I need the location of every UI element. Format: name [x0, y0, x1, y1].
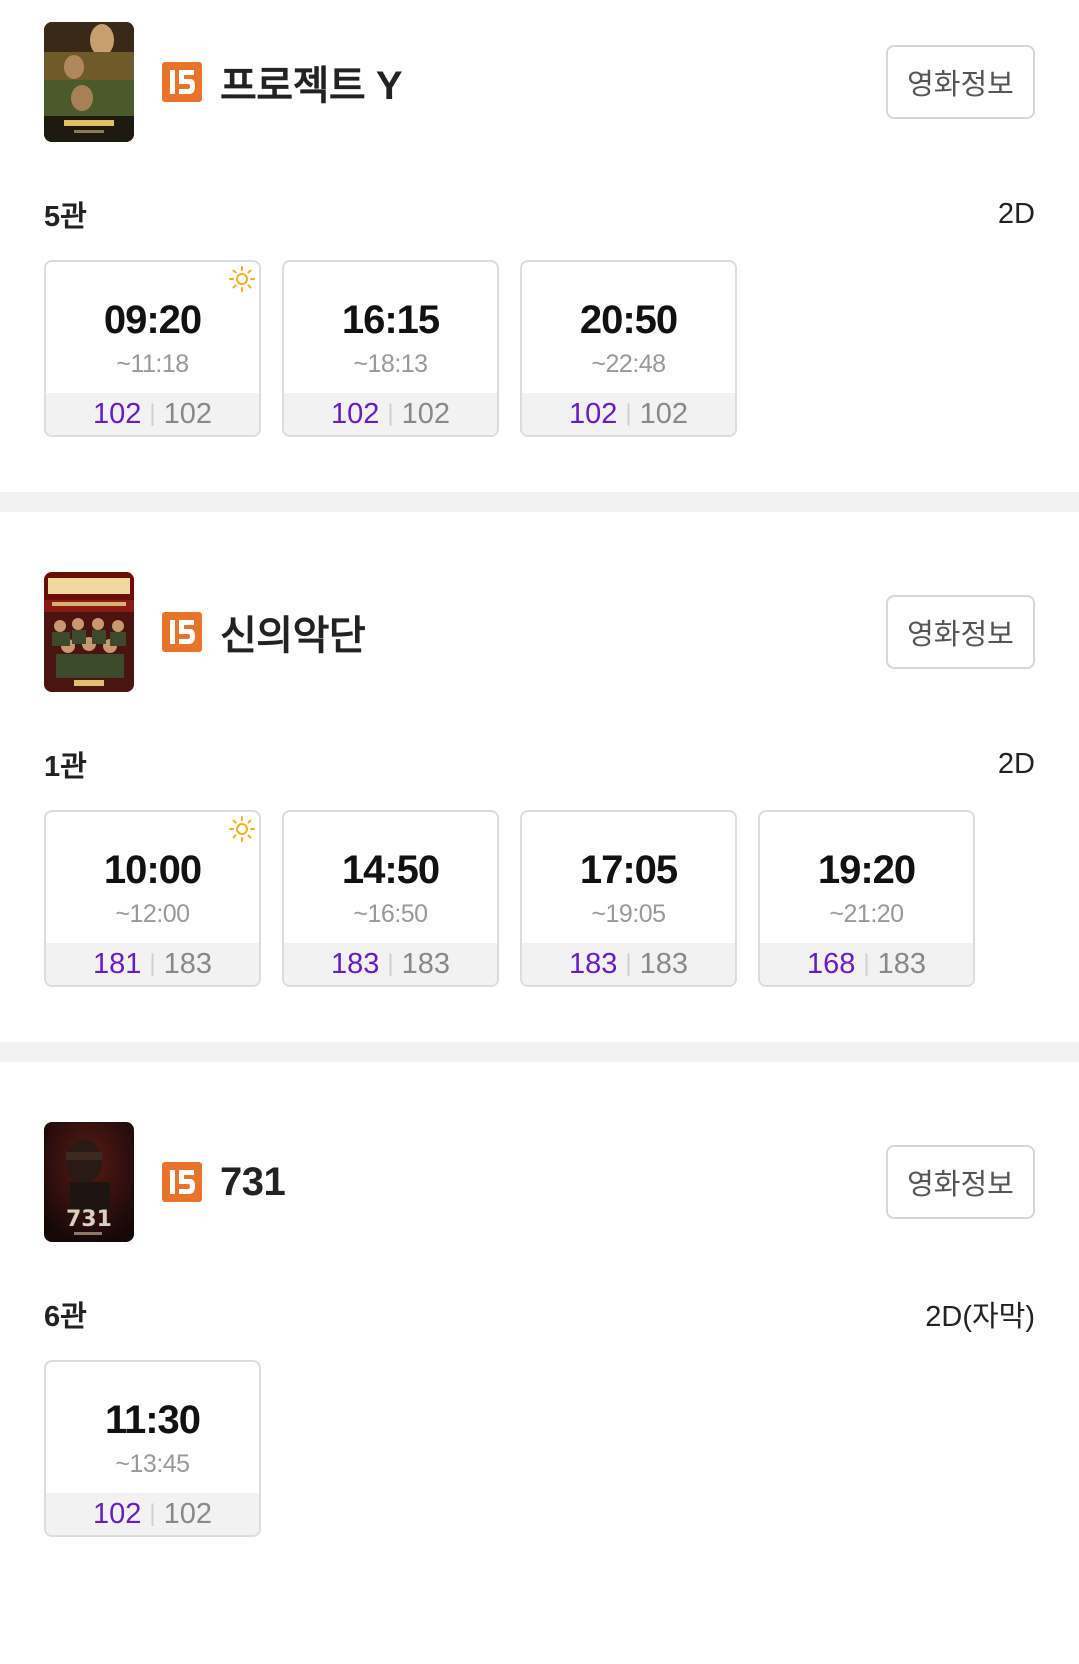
- seats-available: 102: [330, 397, 380, 430]
- rating-15-icon: [162, 612, 202, 652]
- hall-name: 6관: [44, 1301, 87, 1333]
- hall-format: 2D: [997, 747, 1035, 780]
- end-time: ~12:00: [115, 900, 190, 928]
- end-time: ~19:05: [591, 900, 666, 928]
- end-time: ~16:50: [353, 900, 428, 928]
- start-time: 14:50: [341, 848, 440, 892]
- seats-separator: |: [149, 1500, 156, 1527]
- seats-available: 183: [330, 947, 380, 980]
- seat-count: 102 | 102: [284, 393, 497, 435]
- seats-total: 183: [163, 947, 212, 980]
- seats-available: 181: [92, 947, 142, 980]
- seats-total: 183: [877, 947, 926, 980]
- seats-available: 102: [92, 397, 142, 430]
- end-time: ~22:48: [591, 350, 666, 378]
- seats-total: 102: [639, 397, 688, 430]
- seats-separator: |: [625, 950, 632, 977]
- hall-row: 1관 2D: [44, 744, 1035, 784]
- movie-title: 신의악단: [220, 614, 366, 658]
- start-time: 09:20: [103, 298, 202, 342]
- movie-header: 프로젝트 Y 영화정보: [44, 22, 1035, 142]
- movie-header: 신의악단 영화정보: [44, 572, 1035, 692]
- movie-section: 프로젝트 Y 영화정보 5관 2D 09:20 ~11:18 102 | 102…: [0, 0, 1079, 492]
- start-time: 17:05: [579, 848, 678, 892]
- seats-separator: |: [387, 400, 394, 427]
- showtime-list: 11:30 ~13:45 102 | 102: [44, 1360, 1035, 1537]
- movie-section: 신의악단 영화정보 1관 2D 10:00 ~12:00 181 | 183 1…: [0, 512, 1079, 1042]
- hall-format: 2D: [997, 197, 1035, 230]
- showtime-card[interactable]: 16:15 ~18:13 102 | 102: [282, 260, 499, 437]
- seat-count: 168 | 183: [760, 943, 973, 985]
- showtime-card[interactable]: 20:50 ~22:48 102 | 102: [520, 260, 737, 437]
- seats-total: 102: [401, 397, 450, 430]
- rating-15-icon: [162, 62, 202, 102]
- movie-section: 731 731 영화정보 6관 2D(자막) 11:30 ~13:45 102 …: [0, 1062, 1079, 1664]
- hall-name: 5관: [44, 201, 87, 233]
- seats-separator: |: [863, 950, 870, 977]
- movie-info-button[interactable]: 영화정보: [886, 45, 1035, 119]
- end-time: ~18:13: [353, 350, 428, 378]
- seats-total: 102: [163, 397, 212, 430]
- movie-info-button[interactable]: 영화정보: [886, 595, 1035, 669]
- showtime-card[interactable]: 14:50 ~16:50 183 | 183: [282, 810, 499, 987]
- seats-total: 183: [639, 947, 688, 980]
- poster-image: [44, 572, 134, 692]
- seats-separator: |: [387, 950, 394, 977]
- hall-row: 6관 2D(자막): [44, 1294, 1035, 1334]
- start-time: 20:50: [579, 298, 678, 342]
- start-time: 11:30: [104, 1398, 201, 1442]
- svg-text:731: 731: [66, 1207, 112, 1232]
- movie-poster[interactable]: 731: [44, 1122, 134, 1242]
- hall-row: 5관 2D: [44, 194, 1035, 234]
- seat-count: 181 | 183: [46, 943, 259, 985]
- seat-count: 183 | 183: [284, 943, 497, 985]
- movie-header: 731 731 영화정보: [44, 1122, 1035, 1242]
- showtime-list: 10:00 ~12:00 181 | 183 14:50 ~16:50 183 …: [44, 810, 1035, 987]
- start-time: 16:15: [341, 298, 440, 342]
- start-time: 10:00: [103, 848, 202, 892]
- seat-count: 102 | 102: [46, 1493, 259, 1535]
- section-divider: [0, 1042, 1079, 1062]
- movie-info-button[interactable]: 영화정보: [886, 1145, 1035, 1219]
- hall-name: 1관: [44, 751, 87, 783]
- seats-available: 168: [806, 947, 856, 980]
- seat-count: 183 | 183: [522, 943, 735, 985]
- end-time: ~21:20: [829, 900, 904, 928]
- section-divider: [0, 492, 1079, 512]
- seat-count: 102 | 102: [522, 393, 735, 435]
- seats-available: 102: [568, 397, 618, 430]
- poster-image: [44, 22, 134, 142]
- sun-icon: [227, 814, 257, 844]
- showtime-card[interactable]: 17:05 ~19:05 183 | 183: [520, 810, 737, 987]
- seats-total: 183: [401, 947, 450, 980]
- showtime-card[interactable]: 09:20 ~11:18 102 | 102: [44, 260, 261, 437]
- seats-separator: |: [149, 400, 156, 427]
- showtime-card[interactable]: 19:20 ~21:20 168 | 183: [758, 810, 975, 987]
- poster-image: 731: [44, 1122, 134, 1242]
- movie-poster[interactable]: [44, 572, 134, 692]
- end-time: ~11:18: [116, 350, 189, 378]
- showtime-list: 09:20 ~11:18 102 | 102 16:15 ~18:13 102 …: [44, 260, 1035, 437]
- seats-separator: |: [625, 400, 632, 427]
- seats-available: 183: [568, 947, 618, 980]
- seats-available: 102: [92, 1497, 142, 1530]
- movie-title: 프로젝트 Y: [220, 64, 403, 108]
- hall-format: 2D(자막): [925, 1301, 1035, 1333]
- start-time: 19:20: [817, 848, 916, 892]
- showtime-card[interactable]: 11:30 ~13:45 102 | 102: [44, 1360, 261, 1537]
- movie-title: 731: [220, 1159, 286, 1204]
- movie-poster[interactable]: [44, 22, 134, 142]
- seats-separator: |: [149, 950, 156, 977]
- showtime-card[interactable]: 10:00 ~12:00 181 | 183: [44, 810, 261, 987]
- rating-15-icon: [162, 1162, 202, 1202]
- seats-total: 102: [163, 1497, 212, 1530]
- end-time: ~13:45: [115, 1450, 190, 1478]
- showtime-page: 프로젝트 Y 영화정보 5관 2D 09:20 ~11:18 102 | 102…: [0, 0, 1079, 1664]
- sun-icon: [227, 264, 257, 294]
- seat-count: 102 | 102: [46, 393, 259, 435]
